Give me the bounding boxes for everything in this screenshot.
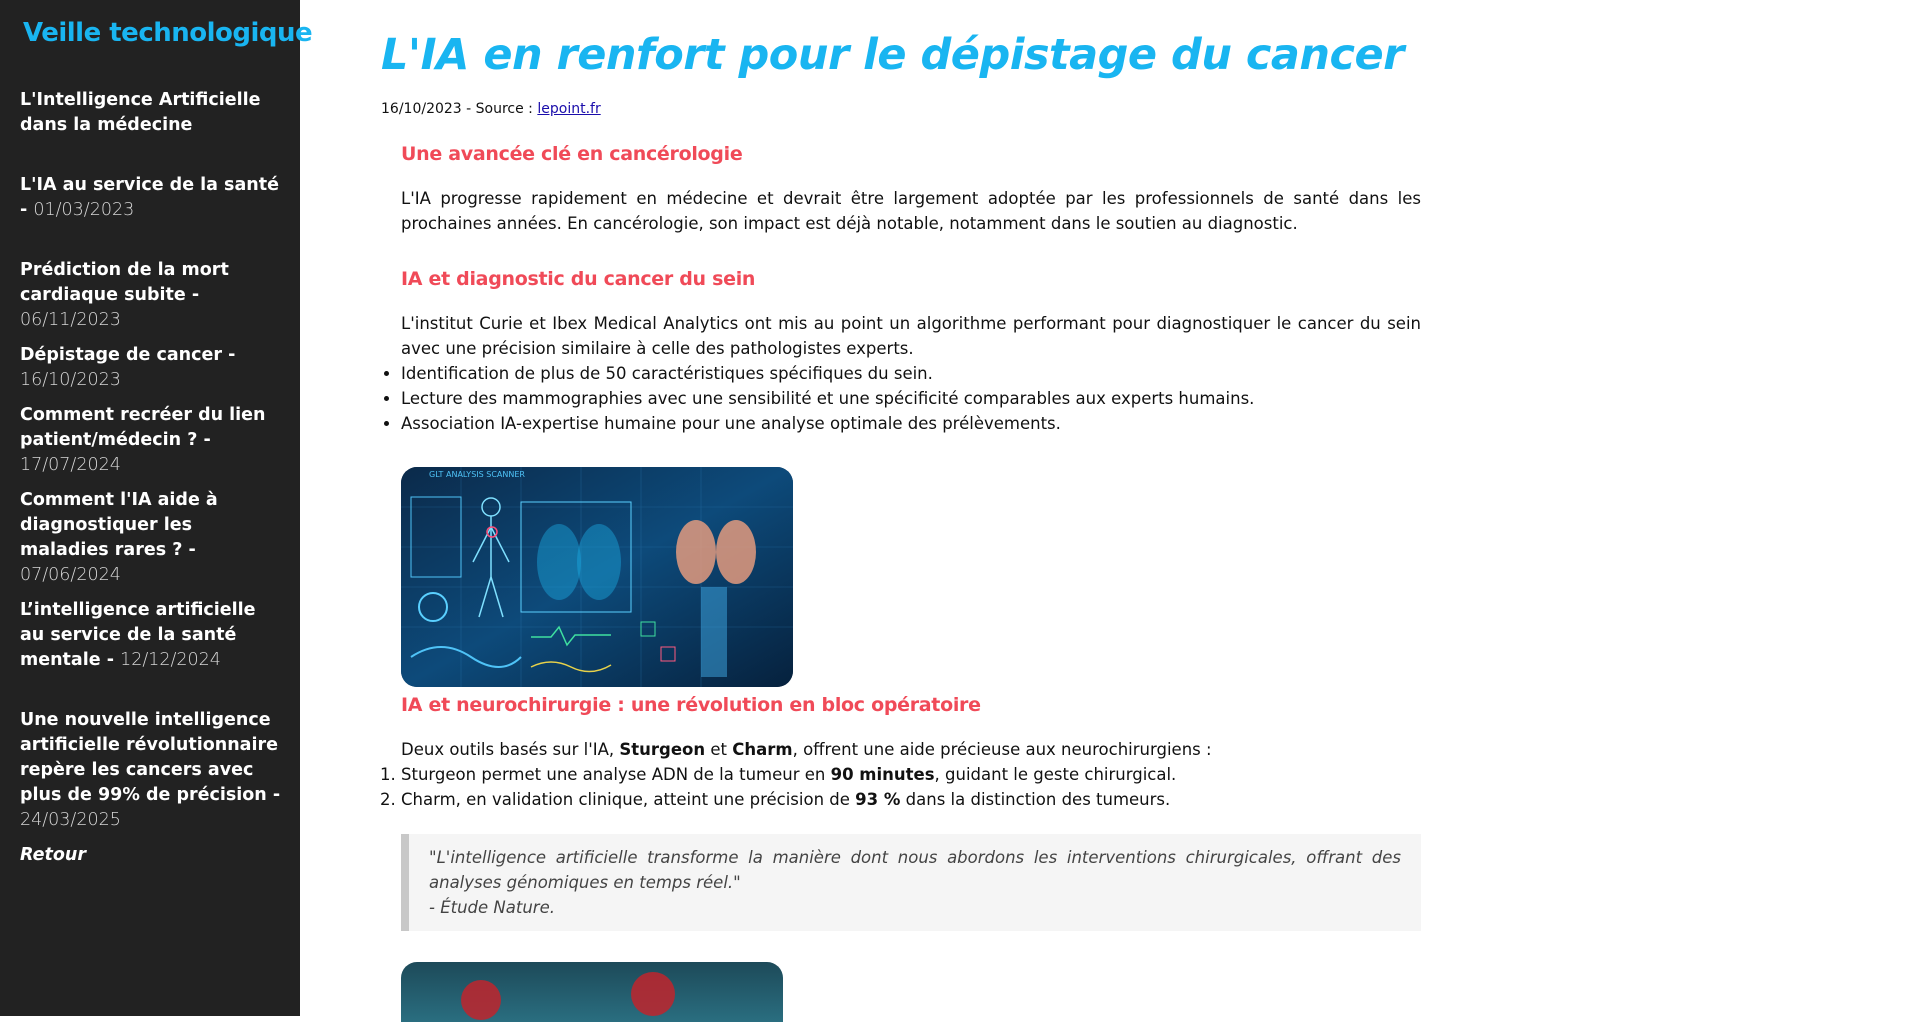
medical-scan-illustration: GLT ANALYSIS SCANNER bbox=[401, 467, 793, 687]
quote-author: - Étude Nature. bbox=[429, 898, 555, 917]
list-item: Identification de plus de 50 caractérist… bbox=[401, 361, 1401, 386]
sidebar-item-date: 24/03/2025 bbox=[20, 810, 121, 830]
intro-text: Deux outils basés sur l'IA, bbox=[401, 740, 620, 759]
list-item: Charm, en validation clinique, atteint u… bbox=[401, 787, 1401, 812]
tumor-image bbox=[401, 962, 783, 1022]
sidebar-item-nouvelle-ia[interactable]: Une nouvelle intelligence artificielle r… bbox=[20, 708, 285, 833]
sidebar-item-date: 16/10/2023 bbox=[20, 370, 121, 390]
list-highlight: 90 minutes bbox=[830, 765, 935, 784]
list-text: dans la distinction des tumeurs. bbox=[900, 790, 1171, 809]
main-content: L'IA en renfort pour le dépistage du can… bbox=[300, 0, 1917, 1022]
sidebar-item-date: 17/07/2024 bbox=[20, 455, 121, 475]
sidebar-item-date: 07/06/2024 bbox=[20, 565, 121, 585]
sidebar-item-sante-mentale[interactable]: L’intelligence artificielle au service d… bbox=[20, 598, 285, 673]
section-heading: Une avancée clé en cancérologie bbox=[401, 143, 743, 165]
list-item: Sturgeon permet une analyse ADN de la tu… bbox=[401, 762, 1401, 787]
quote-text: "L'intelligence artificielle transforme … bbox=[429, 848, 1401, 892]
intro-text: et bbox=[705, 740, 733, 759]
list-item: Association IA-expertise humaine pour un… bbox=[401, 411, 1401, 436]
tool-name: Sturgeon bbox=[619, 740, 706, 759]
sidebar-item-date: 06/11/2023 bbox=[20, 310, 121, 330]
section-text: L'IA progresse rapidement en médecine et… bbox=[401, 189, 1421, 233]
sidebar-item-label: Prédiction de la mort cardiaque subite - bbox=[20, 260, 229, 305]
sidebar-item-date: 01/03/2023 bbox=[33, 200, 135, 220]
list-text: Charm, en validation clinique, atteint u… bbox=[401, 790, 856, 809]
list-highlight: 93 % bbox=[855, 790, 901, 809]
sidebar-item-ia-medecine[interactable]: L'Intelligence Artificielle dans la méde… bbox=[20, 88, 285, 138]
article-date-source: 16/10/2023 - Source : bbox=[381, 101, 538, 117]
sidebar-item-maladies-rares[interactable]: Comment l'IA aide à diagnostiquer les ma… bbox=[20, 488, 285, 588]
medical-scan-image: GLT ANALYSIS SCANNER bbox=[401, 467, 793, 687]
back-link[interactable]: Retour bbox=[20, 843, 285, 868]
list-text: Sturgeon permet une analyse ADN de la tu… bbox=[401, 765, 831, 784]
tumor-cell-shape bbox=[461, 980, 501, 1020]
section-heading: IA et neurochirurgie : une révolution en… bbox=[401, 694, 981, 716]
article-meta: 16/10/2023 - Source : lepoint.fr bbox=[381, 101, 601, 117]
sidebar-item-mort-cardiaque[interactable]: Prédiction de la mort cardiaque subite -… bbox=[20, 258, 285, 333]
sidebar-item-lien-patient[interactable]: Comment recréer du lien patient/médecin … bbox=[20, 403, 285, 478]
section-text: L'institut Curie et Ibex Medical Analyti… bbox=[401, 314, 1421, 358]
sidebar-brand[interactable]: Veille technologique bbox=[23, 18, 313, 48]
sidebar-item-date: 12/12/2024 bbox=[120, 650, 221, 670]
sidebar: Veille technologique L'Intelligence Arti… bbox=[0, 0, 313, 1016]
sidebar-item-ia-sante[interactable]: L'IA au service de la santé - 01/03/2023 bbox=[20, 173, 285, 223]
feature-list: Identification de plus de 50 caractérist… bbox=[381, 361, 1401, 436]
list-item: Lecture des mammographies avec une sensi… bbox=[401, 386, 1401, 411]
tumor-cell-shape bbox=[631, 972, 675, 1016]
tools-list: Sturgeon permet une analyse ADN de la tu… bbox=[381, 762, 1401, 812]
scanner-label: GLT ANALYSIS SCANNER bbox=[429, 470, 525, 479]
source-link[interactable]: lepoint.fr bbox=[537, 101, 600, 117]
page-title: L'IA en renfort pour le dépistage du can… bbox=[381, 30, 1404, 80]
sidebar-item-label: Comment l'IA aide à diagnostiquer les ma… bbox=[20, 490, 218, 560]
sidebar-item-label: Une nouvelle intelligence artificielle r… bbox=[20, 710, 281, 805]
sidebar-item-depistage-cancer[interactable]: Dépistage de cancer - 16/10/2023 bbox=[20, 343, 285, 393]
sidebar-item-label: L'Intelligence Artificielle dans la méde… bbox=[20, 90, 261, 135]
section-heading: IA et diagnostic du cancer du sein bbox=[401, 268, 756, 290]
list-text: , guidant le geste chirurgical. bbox=[934, 765, 1177, 784]
section-text: Deux outils basés sur l'IA, Sturgeon et … bbox=[401, 737, 1421, 762]
tool-name: Charm bbox=[732, 740, 793, 759]
quote-block: "L'intelligence artificielle transforme … bbox=[401, 834, 1421, 931]
sidebar-item-label: Comment recréer du lien patient/médecin … bbox=[20, 405, 266, 450]
intro-text: , offrent une aide précieuse aux neuroch… bbox=[792, 740, 1212, 759]
article-body: Une avancée clé en cancérologie L'IA pro… bbox=[401, 142, 1421, 1022]
sidebar-item-label: Dépistage de cancer - bbox=[20, 345, 236, 365]
